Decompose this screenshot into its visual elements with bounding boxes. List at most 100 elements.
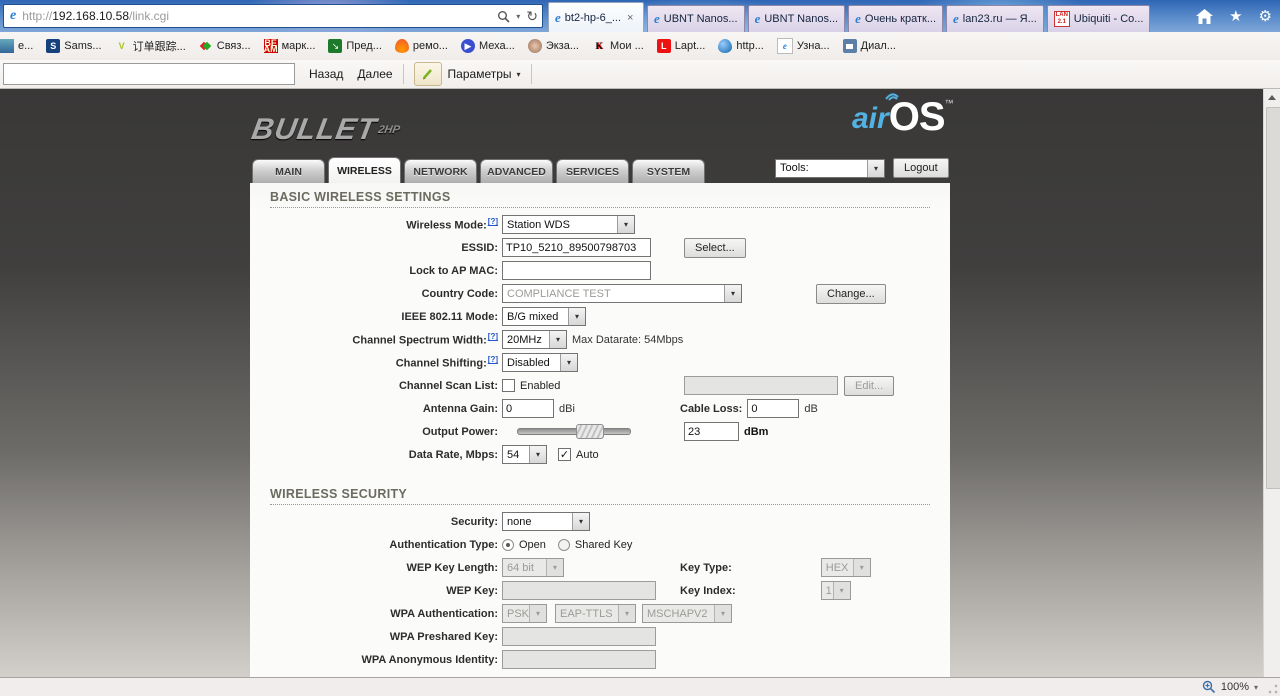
vertical-scrollbar[interactable] <box>1263 89 1280 677</box>
auth-open-radio[interactable] <box>502 538 514 551</box>
help-link[interactable]: [?] <box>488 355 498 364</box>
label-text: WPA Authentication: <box>390 607 498 620</box>
output-power-input[interactable] <box>684 422 739 441</box>
favorite-label: Lapt... <box>674 40 706 52</box>
ie-icon: e <box>555 9 561 25</box>
favicon-v-icon: V <box>118 41 125 51</box>
tab-ubiquiti[interactable]: LAN 2.1 Ubiquiti - Co... <box>1046 5 1151 32</box>
zoom-icon[interactable] <box>1202 680 1216 694</box>
scrollbar-thumb[interactable] <box>1266 107 1280 489</box>
scroll-up-arrow[interactable] <box>1264 89 1280 106</box>
back-button[interactable]: Назад <box>309 67 343 81</box>
field-label: Authentication Type: <box>250 539 498 551</box>
antenna-gain-input[interactable] <box>502 399 554 418</box>
favorite-item[interactable]: e Узна... <box>776 38 830 54</box>
tab-wireless[interactable]: WIRELESS <box>328 157 401 183</box>
tab-ubnt-2[interactable]: e UBNT Nanos... <box>747 5 846 32</box>
tab-bt2-hp[interactable]: e bt2-hp-6_... × <box>548 2 644 32</box>
channel-shifting-select[interactable]: Disabled ▾ <box>502 353 578 372</box>
tools-select[interactable]: Tools: ▾ <box>775 158 885 178</box>
favorite-item[interactable]: BE AM марк... <box>263 39 316 54</box>
home-icon[interactable] <box>1196 8 1214 24</box>
params-caret-icon[interactable]: ▾ <box>517 70 521 79</box>
auto-checkbox[interactable]: ✓ <box>558 448 571 461</box>
url-text[interactable]: http://192.168.10.58/link.cgi <box>22 9 497 23</box>
params-menu[interactable]: Параметры <box>448 67 512 81</box>
address-dropdown-icon[interactable]: ▾ <box>516 12 520 21</box>
auth-shared-radio[interactable] <box>557 538 570 551</box>
tab-ochen[interactable]: e Очень кратк... <box>848 5 943 32</box>
spectrum-width-select[interactable]: 20MHz ▾ <box>502 330 567 349</box>
tab-system[interactable]: SYSTEM <box>632 159 705 183</box>
favorite-label: марк... <box>281 40 316 52</box>
output-power-slider[interactable] <box>517 424 631 439</box>
zoom-caret-icon[interactable]: ▾ <box>1254 683 1258 692</box>
label-text: Output Power: <box>422 425 498 438</box>
ie-icon: e <box>953 11 959 26</box>
command-search-input[interactable] <box>3 63 295 85</box>
search-icon[interactable] <box>497 10 510 23</box>
wireless-mode-select[interactable]: Station WDS ▾ <box>502 215 635 234</box>
refresh-icon[interactable]: ↻ <box>526 8 538 25</box>
channel-scan-checkbox[interactable] <box>502 379 515 392</box>
forward-button[interactable]: Далее <box>357 67 392 81</box>
favorite-item[interactable]: е... <box>0 39 33 53</box>
help-link[interactable]: [?] <box>488 217 498 226</box>
favorite-item[interactable]: Связ... <box>199 39 251 53</box>
favorite-item[interactable]: ▶ Меха... <box>460 39 515 53</box>
favorite-item[interactable]: V 订单跟踪... <box>115 38 186 54</box>
airos-logo: airOS™ <box>852 93 954 140</box>
tab-advanced[interactable]: ADVANCED <box>480 159 553 183</box>
favorite-label: ремо... <box>412 40 448 52</box>
form-row-antenna-gain: Antenna Gain: dBi Cable Loss: dB <box>250 397 950 420</box>
favicon-page-icon <box>0 39 14 53</box>
output-power-unit: dBm <box>744 425 769 438</box>
logout-button[interactable]: Logout <box>893 158 949 178</box>
favorite-label: Диал... <box>860 40 896 52</box>
favorite-item[interactable]: Экза... <box>527 39 579 53</box>
tab-network[interactable]: NETWORK <box>404 159 477 183</box>
close-icon[interactable]: × <box>627 12 633 24</box>
brand-text: BULLET <box>249 113 380 146</box>
favorite-item[interactable]: ↘ Пред... <box>328 39 382 53</box>
data-rate-select[interactable]: 54 ▾ <box>502 445 547 464</box>
favorite-item[interactable]: S Sams... <box>46 39 102 53</box>
favorite-item[interactable]: ремо... <box>394 39 448 53</box>
up-triangle-icon <box>1268 95 1276 100</box>
tab-label: UBNT Nanos... <box>663 13 738 25</box>
favorite-item[interactable]: K Мои ... <box>592 39 643 53</box>
slider-handle[interactable] <box>576 424 604 439</box>
ieee-mode-select[interactable]: B/G mixed ▾ <box>502 307 586 326</box>
field-label: WEP Key Length: <box>250 562 498 574</box>
label-text: WEP Key Length: <box>406 561 498 574</box>
wifi-waves-icon <box>885 93 899 101</box>
favorites-star-icon[interactable]: ★ <box>1229 7 1242 25</box>
address-bar[interactable]: e http://192.168.10.58/link.cgi ▾ ↻ <box>3 4 543 28</box>
select-value: MSCHAPV2 <box>647 607 708 620</box>
essid-select-button[interactable]: Select... <box>684 237 746 258</box>
favorite-item[interactable]: L Lapt... <box>656 39 706 53</box>
url-host: 192.168.10.58 <box>52 9 129 23</box>
zoom-level[interactable]: 100% <box>1221 681 1249 693</box>
tab-services[interactable]: SERVICES <box>556 159 629 183</box>
lock-ap-mac-input[interactable] <box>502 261 651 280</box>
favorite-item[interactable]: Диал... <box>842 39 896 53</box>
tab-main[interactable]: MAIN <box>252 159 325 183</box>
security-select[interactable]: none ▾ <box>502 512 590 531</box>
country-change-button[interactable]: Change... <box>816 283 886 304</box>
field-label: Output Power: <box>250 426 498 438</box>
tab-ubnt-1[interactable]: e UBNT Nanos... <box>647 5 745 32</box>
gear-icon[interactable]: ⚙ <box>1259 7 1272 25</box>
help-link[interactable]: [?] <box>488 332 498 341</box>
favicon-arrow-icon: ↘ <box>328 39 343 53</box>
ie-icon: e <box>10 8 17 23</box>
form-row-ieee-mode: IEEE 802.11 Mode: B/G mixed ▾ <box>250 305 950 328</box>
resize-grip[interactable] <box>1268 684 1278 694</box>
pen-tool-button[interactable] <box>413 62 442 86</box>
field-label: Channel Scan List: <box>250 380 498 392</box>
browser-topbar: e http://192.168.10.58/link.cgi ▾ ↻ e bt… <box>0 0 1280 32</box>
tab-lan23[interactable]: e lan23.ru — Я... <box>946 5 1044 32</box>
favorite-item[interactable]: http... <box>718 39 764 53</box>
essid-input[interactable] <box>502 238 651 257</box>
cable-loss-input[interactable] <box>747 399 800 418</box>
